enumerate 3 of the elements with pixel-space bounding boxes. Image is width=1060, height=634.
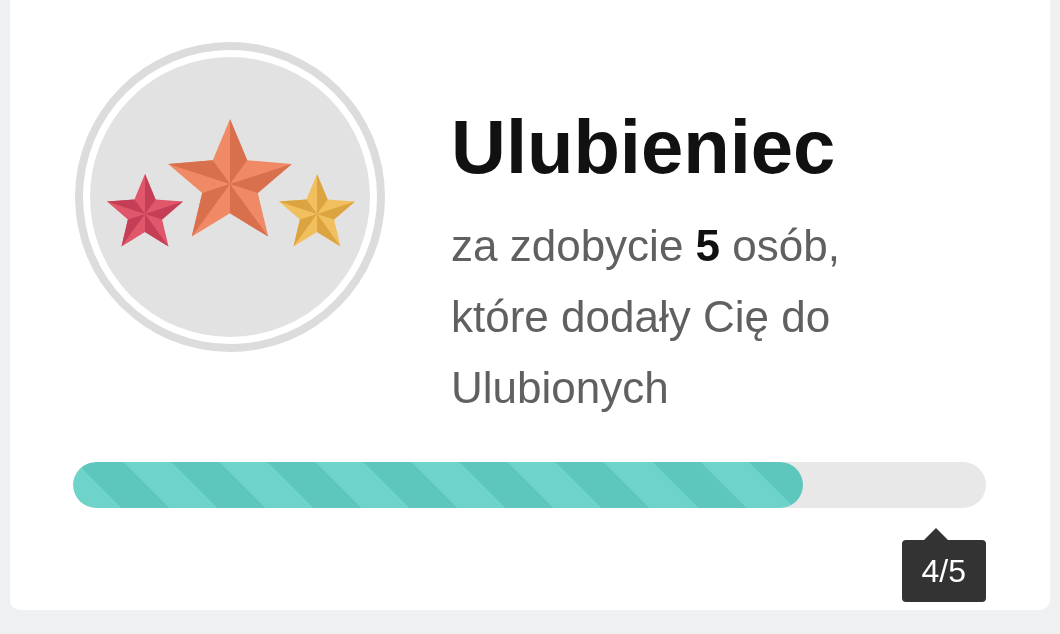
badge-description: za zdobycie 5 osób, które dodały Cię do Ulubionych bbox=[451, 220, 841, 414]
progress-tooltip: 4/5 bbox=[901, 540, 986, 602]
badge-title: Ulubieniec bbox=[451, 103, 837, 191]
